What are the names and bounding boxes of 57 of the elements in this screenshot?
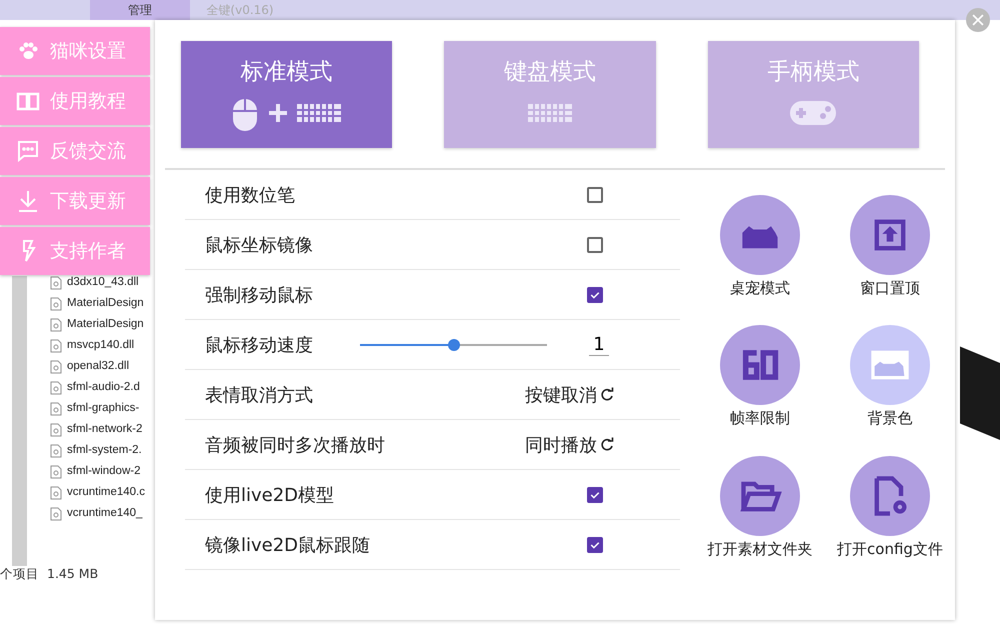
slider-value-field[interactable]: 1 xyxy=(589,334,609,356)
file-icon xyxy=(50,506,62,520)
file-name[interactable]: sfml-window-2 xyxy=(67,461,140,482)
mode-button[interactable]: 标准模式 xyxy=(181,41,392,148)
status-text: 个项目 xyxy=(0,566,39,583)
file-name[interactable]: sfml-system-2. xyxy=(67,440,142,461)
file-icon xyxy=(50,360,62,374)
file-name[interactable]: MaterialDesign xyxy=(67,293,144,314)
file-name[interactable]: MaterialDesign xyxy=(67,314,144,335)
file-icon xyxy=(50,402,62,416)
tool-label: 背景色 xyxy=(868,409,912,428)
refresh-icon xyxy=(599,386,615,402)
file-icon xyxy=(50,464,62,478)
tool-label: 窗口置顶 xyxy=(860,279,920,298)
tool-label: 打开素材文件夹 xyxy=(708,540,812,559)
file-icon xyxy=(50,276,62,290)
slider-thumb[interactable] xyxy=(448,338,460,350)
setting-label: 使用live2D模型 xyxy=(205,484,334,506)
ribbon-tab[interactable]: 管理 xyxy=(90,0,190,20)
file-name[interactable]: openal32.dll xyxy=(67,356,130,377)
file-icon xyxy=(50,444,62,458)
close-icon xyxy=(971,13,985,27)
download-icon xyxy=(16,189,40,213)
setting-label: 鼠标移动速度 xyxy=(205,334,313,356)
file-name[interactable]: sfml-network-2 xyxy=(67,419,142,440)
file-name[interactable]: sfml-audio-2.d xyxy=(67,377,140,398)
setting-label: 表情取消方式 xyxy=(205,384,313,406)
file-icon xyxy=(50,422,62,436)
tool-label: 打开config文件 xyxy=(837,540,943,559)
setting-label: 强制移动鼠标 xyxy=(205,284,313,306)
cycle-option-button[interactable]: 同时播放 xyxy=(525,432,615,456)
setting-label: 使用数位笔 xyxy=(205,184,295,206)
checkbox[interactable] xyxy=(587,236,603,252)
file-icon xyxy=(50,486,62,500)
file-icon xyxy=(50,296,62,310)
tool-label: 桌宠模式 xyxy=(730,279,790,298)
file-icon xyxy=(50,380,62,394)
file-icon xyxy=(50,318,62,332)
file-name[interactable]: vcruntime140.c xyxy=(67,482,145,503)
tool-label: 帧率限制 xyxy=(730,409,790,428)
checkbox[interactable] xyxy=(587,286,603,302)
file-name[interactable]: msvcp140.dll xyxy=(67,335,134,356)
checkbox[interactable] xyxy=(587,186,603,202)
scrollbar[interactable] xyxy=(12,276,27,566)
status-text: 1.45 MB xyxy=(47,566,98,583)
checkbox[interactable] xyxy=(587,486,603,502)
file-icon xyxy=(50,338,62,352)
setting-label: 鼠标坐标镜像 xyxy=(205,234,313,256)
file-name[interactable]: sfml-graphics- xyxy=(67,398,140,419)
setting-label: 音频被同时多次播放时 xyxy=(205,434,385,456)
cycle-option-button[interactable]: 按键取消 xyxy=(525,382,615,406)
refresh-icon xyxy=(599,436,615,452)
setting-label: 镜像live2D鼠标跟随 xyxy=(205,534,370,556)
file-name[interactable]: vcruntime140_ xyxy=(67,503,142,524)
checkbox[interactable] xyxy=(587,536,603,552)
file-name[interactable]: d3dx10_43.dll xyxy=(67,272,139,293)
chat-icon xyxy=(16,139,40,163)
